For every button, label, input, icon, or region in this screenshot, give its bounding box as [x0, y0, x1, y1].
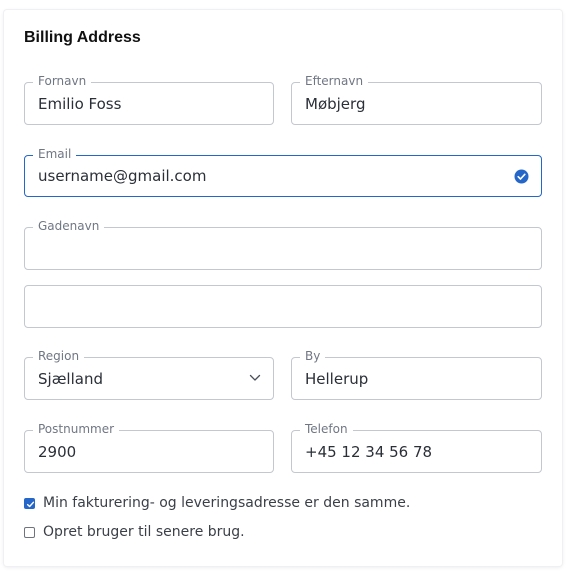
- same-address-option[interactable]: Min fakturering- og leveringsadresse er …: [24, 495, 410, 511]
- street-field[interactable]: Gadenavn: [24, 219, 542, 270]
- chevron-down-icon: [249, 374, 261, 381]
- first-name-value: Emilio Foss: [38, 94, 122, 113]
- last-name-value: Møbjerg: [305, 94, 366, 113]
- email-field[interactable]: Email username@gmail.com: [24, 147, 542, 197]
- street-line-2-field[interactable]: [24, 285, 542, 328]
- same-address-checkbox[interactable]: [24, 497, 35, 509]
- region-value: Sjælland: [38, 369, 103, 388]
- postal-code-value: 2900: [38, 442, 77, 461]
- check-circle-icon: [514, 169, 529, 184]
- last-name-field[interactable]: Efternavn Møbjerg: [291, 74, 542, 125]
- city-value: Hellerup: [305, 369, 369, 388]
- phone-field[interactable]: Telefon +45 12 34 56 78: [291, 422, 542, 473]
- email-value: username@gmail.com: [38, 167, 207, 185]
- phone-value: +45 12 34 56 78: [305, 442, 433, 461]
- first-name-field[interactable]: Fornavn Emilio Foss: [24, 74, 274, 125]
- create-account-option[interactable]: Opret bruger til senere brug.: [24, 524, 245, 540]
- form-title: Billing Address: [24, 29, 141, 46]
- region-select[interactable]: Region Sjælland: [24, 349, 274, 400]
- street-label: Gadenavn: [33, 219, 105, 233]
- create-account-checkbox[interactable]: [24, 526, 35, 538]
- postal-code-field[interactable]: Postnummer 2900: [24, 422, 274, 473]
- checkmark-icon: [26, 501, 35, 507]
- create-account-label: Opret bruger til senere brug.: [43, 524, 245, 540]
- city-field[interactable]: By Hellerup: [291, 349, 542, 400]
- same-address-label: Min fakturering- og leveringsadresse er …: [43, 495, 411, 511]
